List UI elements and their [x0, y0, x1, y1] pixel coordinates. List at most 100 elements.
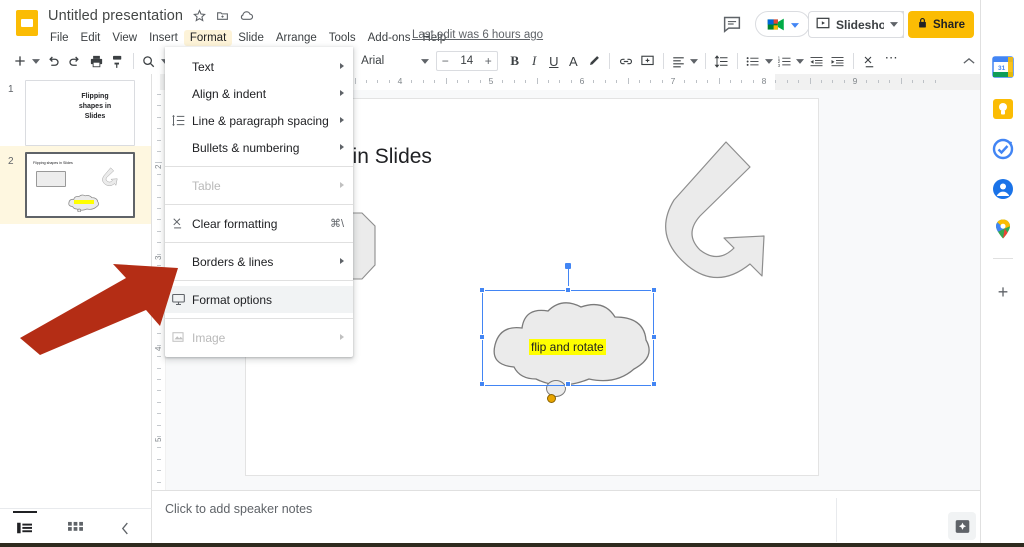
google-calendar-icon[interactable]: 31: [992, 56, 1014, 78]
filmstrip-slide-2[interactable]: 2 Flipping shapes in Slides: [0, 146, 152, 224]
filmstrip-slide-1[interactable]: 1 Flipping shapes in Slides: [0, 74, 152, 146]
format-menu-dropdown[interactable]: Text Align & indent Line & paragraph spa…: [165, 47, 353, 357]
cloud-callout-shape[interactable]: flip and rotate: [482, 295, 660, 395]
ruler-tick: [935, 80, 936, 83]
resize-handle-sw[interactable]: [479, 381, 485, 387]
collapse-filmstrip-button[interactable]: [100, 509, 150, 547]
underline-button[interactable]: U: [544, 50, 564, 72]
menu-slide[interactable]: Slide: [232, 30, 270, 46]
chevron-down-icon: [421, 55, 429, 67]
decrease-indent-button[interactable]: [805, 50, 826, 72]
speaker-notes-placeholder[interactable]: Click to add speaker notes: [165, 502, 312, 516]
paragraph-align-caret-icon[interactable]: [689, 50, 701, 72]
print-button[interactable]: [85, 50, 106, 72]
menu-item-text[interactable]: Text: [165, 53, 353, 80]
zoom-button[interactable]: [139, 50, 159, 72]
bulleted-list-button[interactable]: [743, 50, 763, 72]
page-title[interactable]: Untitled presentation: [48, 8, 183, 24]
slides-logo-icon[interactable]: [12, 8, 42, 38]
font-size-stepper[interactable]: − 14 +: [436, 51, 498, 71]
menu-edit[interactable]: Edit: [75, 30, 107, 46]
menu-separator: [165, 166, 353, 167]
resize-handle-w[interactable]: [479, 334, 485, 340]
google-contacts-icon[interactable]: [992, 178, 1014, 200]
redo-button[interactable]: [64, 50, 85, 72]
slide-thumbnail[interactable]: Flipping shapes in Slides: [25, 80, 135, 146]
new-slide-button[interactable]: [11, 50, 31, 72]
collapse-toolbar-icon[interactable]: [959, 50, 980, 72]
ruler-tick: [525, 80, 526, 83]
resize-handle-s[interactable]: [565, 381, 571, 387]
comment-icon[interactable]: [722, 15, 742, 33]
menu-item-shortcut: ⌘\: [330, 217, 344, 230]
ruler-tick: [157, 447, 161, 448]
numbered-list-caret-icon[interactable]: [794, 50, 806, 72]
font-size-decrease[interactable]: −: [437, 54, 454, 68]
add-comment-button[interactable]: [637, 50, 658, 72]
ruler-tick: [389, 80, 390, 83]
google-keep-icon[interactable]: [992, 98, 1014, 120]
resize-handle-e[interactable]: [651, 334, 657, 340]
resize-handle-nw[interactable]: [479, 287, 485, 293]
menu-addons[interactable]: Add-ons: [362, 30, 417, 46]
ruler-tick: [559, 80, 560, 83]
ruler-tick: [157, 470, 161, 471]
slide-thumbnail[interactable]: Flipping shapes in Slides: [25, 152, 135, 218]
text-color-button[interactable]: A: [564, 50, 584, 72]
numbered-list-button[interactable]: 1 2 3: [774, 50, 794, 72]
paint-format-button[interactable]: [107, 50, 128, 72]
more-options-icon[interactable]: ⋯: [880, 50, 903, 72]
italic-button[interactable]: I: [524, 50, 544, 72]
google-maps-icon[interactable]: [992, 218, 1014, 240]
resize-handle-n[interactable]: [565, 287, 571, 293]
resize-handle-ne[interactable]: [651, 287, 657, 293]
star-icon[interactable]: [193, 9, 206, 24]
menu-arrange[interactable]: Arrange: [270, 30, 323, 46]
paragraph-align-button[interactable]: [669, 50, 689, 72]
menu-file[interactable]: File: [44, 30, 75, 46]
bold-button[interactable]: B: [505, 50, 525, 72]
menu-tools[interactable]: Tools: [323, 30, 362, 46]
grid-view-tab[interactable]: [50, 509, 100, 547]
ruler-tick: [157, 379, 161, 380]
font-size-input[interactable]: 14: [454, 55, 480, 67]
menu-item-format-options[interactable]: Format options: [165, 286, 353, 313]
menu-item-label: Borders & lines: [192, 255, 273, 269]
menu-insert[interactable]: Insert: [143, 30, 184, 46]
insert-link-button[interactable]: [615, 50, 636, 72]
menu-item-line-paragraph-spacing[interactable]: Line & paragraph spacing: [165, 107, 353, 134]
undo-button[interactable]: [43, 50, 64, 72]
ruler-tick: [628, 78, 629, 84]
add-app-button[interactable]: +: [992, 281, 1014, 303]
clear-formatting-button[interactable]: [859, 50, 880, 72]
bent-arrow-shape[interactable]: [638, 136, 784, 282]
highlight-pen-icon[interactable]: [583, 50, 604, 72]
cloud-saved-icon[interactable]: [239, 9, 254, 24]
share-button[interactable]: Share: [908, 11, 974, 38]
slideshow-caret-icon[interactable]: [884, 11, 904, 38]
menu-view[interactable]: View: [106, 30, 143, 46]
menu-item-clear-formatting[interactable]: Clear formatting ⌘\: [165, 210, 353, 237]
menu-item-borders-lines[interactable]: Borders & lines: [165, 248, 353, 275]
filmstrip-view-tab[interactable]: [0, 509, 50, 547]
google-tasks-icon[interactable]: [992, 138, 1014, 160]
font-size-increase[interactable]: +: [480, 54, 497, 68]
resize-handle-se[interactable]: [651, 381, 657, 387]
rotation-handle[interactable]: [565, 263, 571, 269]
ruler-tick-label: 2: [154, 165, 163, 169]
explore-icon[interactable]: [948, 512, 976, 540]
speaker-notes-panel[interactable]: Click to add speaker notes: [152, 490, 980, 547]
last-edit-link[interactable]: Last edit was 6 hours ago: [412, 29, 543, 41]
font-family-select[interactable]: Arial: [356, 50, 434, 72]
move-to-folder-icon[interactable]: [216, 9, 229, 24]
increase-indent-button[interactable]: [827, 50, 848, 72]
google-meet-button[interactable]: [755, 11, 810, 37]
new-slide-caret-icon[interactable]: [30, 50, 42, 72]
ruler-tick: [457, 80, 458, 83]
menu-format[interactable]: Format: [184, 30, 232, 46]
menu-item-align-indent[interactable]: Align & indent: [165, 80, 353, 107]
line-spacing-button[interactable]: [711, 50, 732, 72]
ruler-tick: [355, 78, 356, 84]
bulleted-list-caret-icon[interactable]: [763, 50, 775, 72]
menu-item-bullets-numbering[interactable]: Bullets & numbering: [165, 134, 353, 161]
